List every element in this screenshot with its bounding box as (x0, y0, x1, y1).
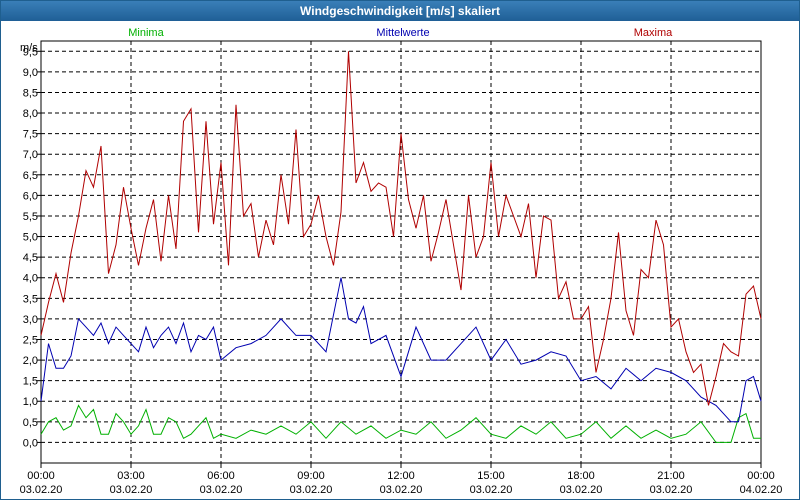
y-tick-label: 3,0 (23, 314, 38, 326)
x-tick-time: 15:00 (477, 470, 505, 482)
x-tick-time: 00:00 (747, 470, 775, 482)
y-tick-label: 8,5 (23, 87, 38, 99)
x-tick-date: 04.02.20 (740, 484, 783, 496)
x-tick-time: 18:00 (567, 470, 595, 482)
x-tick-date: 03.02.20 (380, 484, 423, 496)
legend: Minima Mittelwerte Maxima (128, 27, 673, 39)
y-tick-label: 0,5 (23, 417, 38, 429)
y-tick-label: 1,5 (23, 376, 38, 388)
y-tick-label: 9,0 (23, 67, 38, 79)
x-tick-time: 09:00 (297, 470, 325, 482)
y-tick-label: 6,5 (23, 170, 38, 182)
y-tick-label: 2,0 (23, 355, 38, 367)
x-tick-time: 03:00 (117, 470, 145, 482)
x-tick-time: 00:00 (27, 470, 55, 482)
x-tick-date: 03.02.20 (560, 484, 603, 496)
y-tick-label: 8,0 (23, 108, 38, 120)
y-tick-label: 5,0 (23, 232, 38, 244)
y-axis-ticks: 0,0 0,5 1,0 1,5 2,0 2,5 3,0 3,5 4,0 4,5 5,0 5,5 6,0 6… (23, 46, 41, 449)
legend-entry-maxima: Maxima (634, 27, 673, 39)
x-tick-time: 21:00 (657, 470, 685, 482)
grid (40, 40, 762, 464)
y-tick-label: 3,5 (23, 293, 38, 305)
y-tick-label: 0,0 (23, 437, 38, 449)
y-tick-label: 4,0 (23, 273, 38, 285)
x-tick-date: 03.02.20 (110, 484, 153, 496)
y-tick-label: 7,0 (23, 149, 38, 161)
x-axis-ticks: 00:00 03.02.20 03:00 03.02.20 06:00 03.02.20 0… (20, 463, 783, 496)
chart-window: Windgeschwindigkeit [m/s] skaliert 0,0 0,… (0, 0, 800, 500)
y-axis-label: m/s (20, 42, 38, 54)
legend-entry-minima: Minima (128, 27, 164, 39)
x-tick-date: 03.02.20 (200, 484, 243, 496)
y-tick-label: 7,5 (23, 129, 38, 141)
x-tick-date: 03.02.20 (650, 484, 693, 496)
y-tick-label: 2,5 (23, 334, 38, 346)
x-tick-date: 03.02.20 (290, 484, 333, 496)
legend-entry-mittelwerte: Mittelwerte (376, 27, 429, 39)
y-tick-label: 4,5 (23, 252, 38, 264)
y-tick-label: 5,5 (23, 211, 38, 223)
wind-speed-chart: 0,0 0,5 1,0 1,5 2,0 2,5 3,0 3,5 4,0 4,5 5,0 5,5 6,0 6… (20, 27, 783, 496)
x-tick-date: 03.02.20 (470, 484, 513, 496)
x-tick-date: 03.02.20 (20, 484, 63, 496)
y-tick-label: 6,0 (23, 190, 38, 202)
y-tick-label: 1,0 (23, 396, 38, 408)
x-tick-time: 12:00 (387, 470, 415, 482)
x-tick-time: 06:00 (207, 470, 235, 482)
